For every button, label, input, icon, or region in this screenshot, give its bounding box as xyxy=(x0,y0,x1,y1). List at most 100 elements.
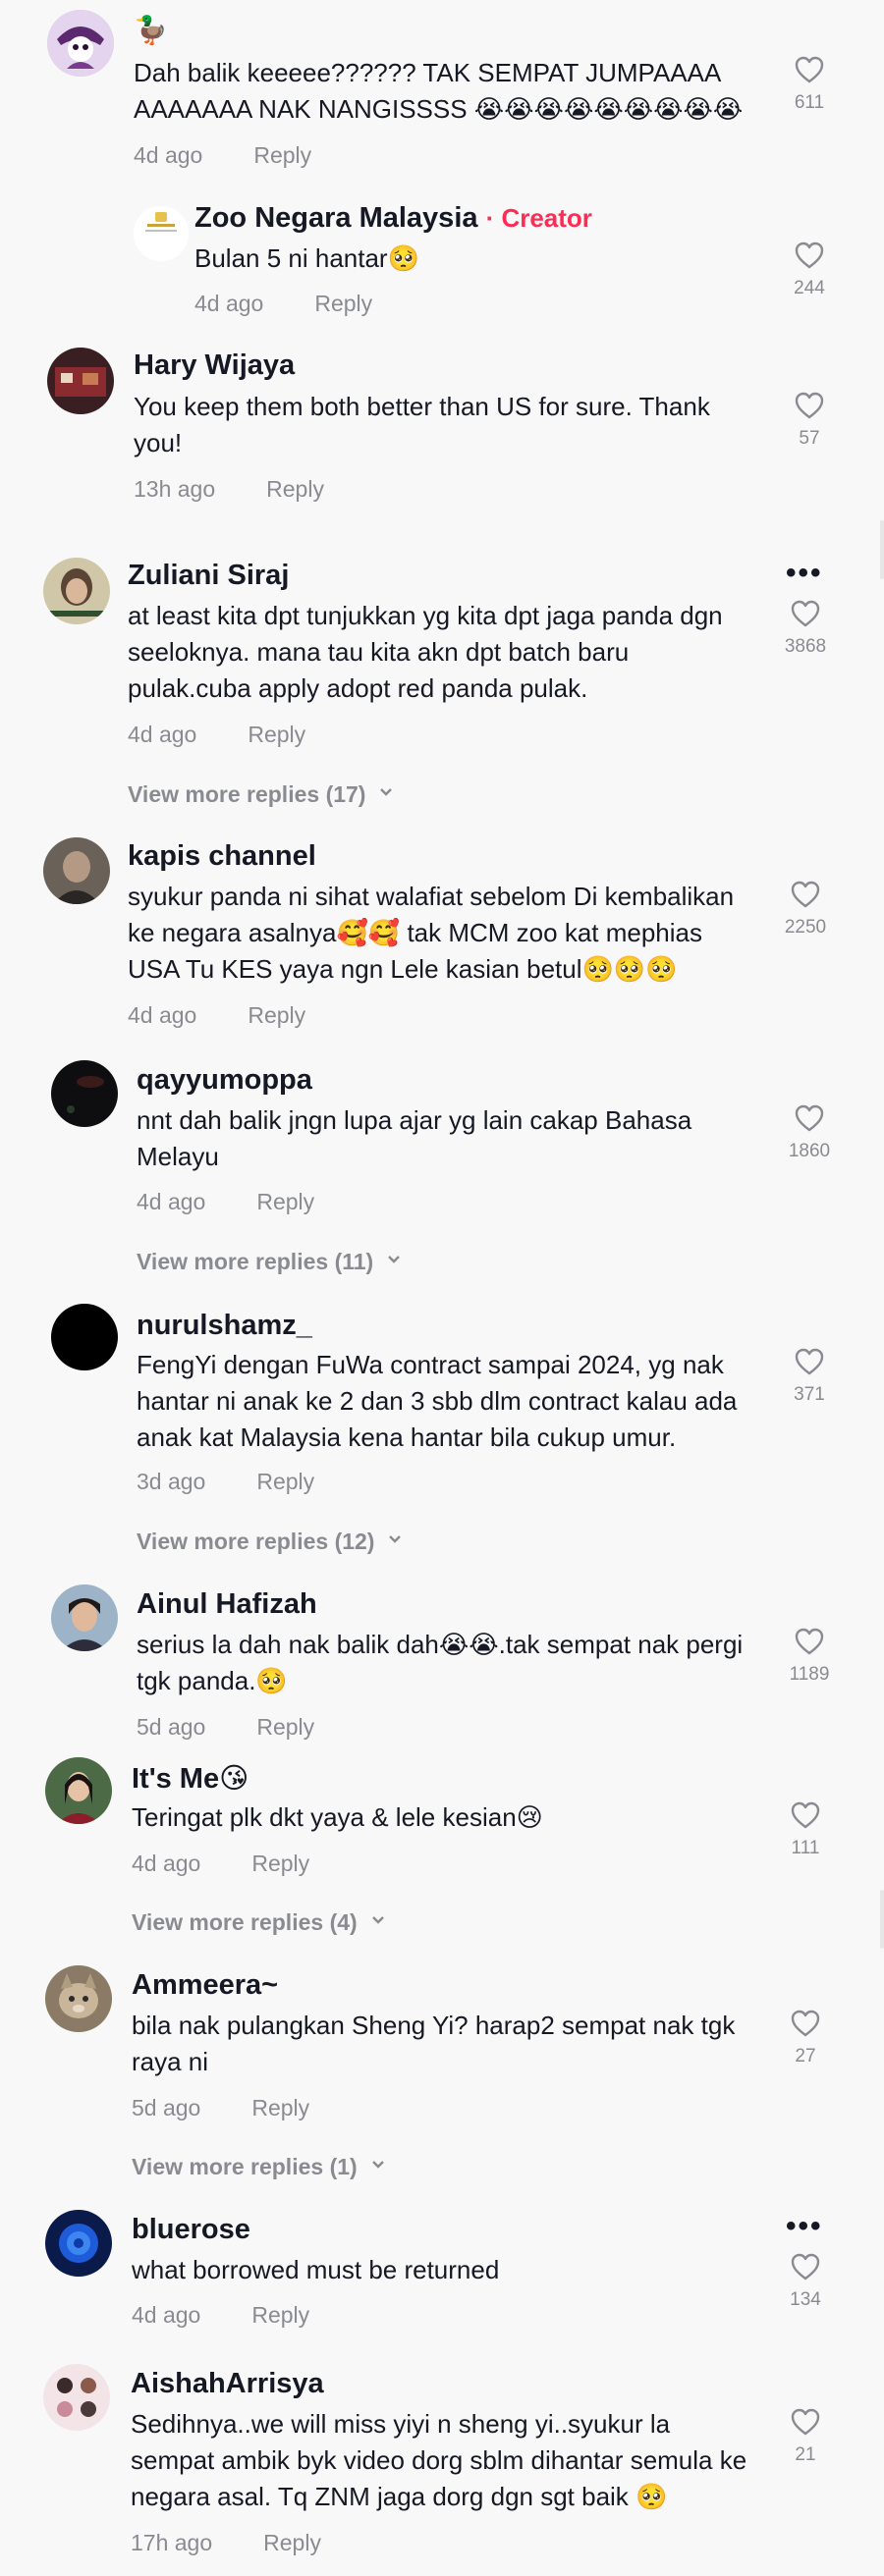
avatar[interactable] xyxy=(47,10,114,77)
like-button[interactable]: 2250 xyxy=(776,880,835,939)
reply-button[interactable]: Reply xyxy=(256,1469,314,1494)
comment-time: 3d ago xyxy=(137,1469,206,1494)
like-button[interactable]: 111 xyxy=(776,1800,835,1859)
chevron-down-icon xyxy=(371,2161,384,2169)
more-options-icon[interactable]: ••• xyxy=(786,2212,823,2241)
view-more-label: View more replies (1) xyxy=(132,2154,358,2179)
like-button[interactable]: 371 xyxy=(780,1347,839,1406)
like-count: 371 xyxy=(794,1384,825,1405)
like-button[interactable]: 57 xyxy=(780,391,839,450)
avatar[interactable] xyxy=(47,348,114,414)
comment-text: Bulan 5 ni hantar🥺 xyxy=(194,243,419,273)
author-name[interactable]: qayyumoppa xyxy=(137,1064,312,1097)
view-more-replies[interactable]: View more replies (12) xyxy=(137,1529,402,1555)
comment-author[interactable]: Zoo Negara Malaysia · Creator xyxy=(194,202,592,235)
reply-button[interactable]: Reply xyxy=(251,1851,309,1876)
view-more-replies[interactable]: View more replies (17) xyxy=(128,781,393,808)
author-name[interactable]: It's Me😘 xyxy=(132,1761,249,1796)
more-options-icon[interactable]: ••• xyxy=(786,559,823,588)
author-name[interactable]: kapis channel xyxy=(128,840,316,873)
reply-button[interactable]: Reply xyxy=(266,476,324,502)
reply-button[interactable]: Reply xyxy=(256,1714,314,1740)
author-name[interactable]: bluerose xyxy=(132,2214,250,2246)
comment-text: serius la dah nak balik dah😭😭.tak sempat… xyxy=(137,1630,744,1695)
heart-outline-icon xyxy=(791,600,820,627)
view-more-replies[interactable]: View more replies (4) xyxy=(132,1909,385,1936)
author-name[interactable]: Zuliani Siraj xyxy=(128,560,289,592)
like-count: 244 xyxy=(794,278,825,298)
comment-time: 4d ago xyxy=(132,1851,201,1876)
comment-meta: 4d ago Reply xyxy=(137,1189,314,1215)
comment-text: bila nak pulangkan Sheng Yi? harap2 semp… xyxy=(132,2011,736,2076)
scrollbar-thumb[interactable] xyxy=(880,1890,884,1949)
comment-meta: 4d ago Reply xyxy=(132,2302,309,2329)
comment-meta: 4d ago Reply xyxy=(134,142,311,169)
avatar[interactable] xyxy=(134,206,189,261)
comment-time: 5d ago xyxy=(137,1714,206,1740)
heart-outline-icon xyxy=(795,242,824,269)
reply-button[interactable]: Reply xyxy=(248,1002,305,1028)
author-name[interactable]: Hary Wijaya xyxy=(134,349,295,382)
reply-button[interactable]: Reply xyxy=(253,142,311,168)
avatar[interactable] xyxy=(43,837,110,904)
reply-button[interactable]: Reply xyxy=(251,2302,309,2328)
comment-author-emoji[interactable]: 🦆 xyxy=(134,14,168,46)
reply-button[interactable]: Reply xyxy=(248,722,305,747)
view-more-label: View more replies (4) xyxy=(132,1909,358,1935)
comment-text: nnt dah balik jngn lupa ajar yg lain cak… xyxy=(137,1105,692,1171)
heart-outline-icon xyxy=(795,1628,824,1655)
comment-time: 13h ago xyxy=(134,476,216,502)
like-button[interactable]: 3868 xyxy=(776,599,835,658)
like-count: 134 xyxy=(790,2289,821,2310)
like-button[interactable]: 27 xyxy=(776,2009,835,2067)
comment-meta: 4d ago Reply xyxy=(128,1002,305,1029)
like-button[interactable]: 134 xyxy=(776,2252,835,2311)
comment-text: Teringat plk dkt yaya & lele kesian😢 xyxy=(132,1802,543,1832)
like-count: 1860 xyxy=(788,1141,831,1161)
reply-button[interactable]: Reply xyxy=(314,291,372,316)
like-count: 2250 xyxy=(784,917,827,938)
chevron-down-icon xyxy=(380,788,393,796)
comment-time: 4d ago xyxy=(134,142,203,168)
like-button[interactable]: 244 xyxy=(780,241,839,299)
avatar[interactable] xyxy=(45,2210,112,2277)
like-button[interactable]: 1860 xyxy=(780,1103,839,1162)
avatar[interactable] xyxy=(51,1304,118,1370)
chevron-down-icon xyxy=(388,1256,401,1263)
avatar[interactable] xyxy=(51,1060,118,1127)
like-button[interactable]: 611 xyxy=(780,55,839,114)
like-count: 111 xyxy=(791,1838,820,1858)
view-more-label: View more replies (17) xyxy=(128,781,366,807)
comment-time: 17h ago xyxy=(131,2530,213,2555)
reply-button[interactable]: Reply xyxy=(251,2095,309,2120)
view-more-label: View more replies (12) xyxy=(137,1529,375,1554)
avatar[interactable] xyxy=(45,1965,112,2032)
author-name[interactable]: Ainul Hafizah xyxy=(137,1588,317,1621)
author-name[interactable]: Ammeera~ xyxy=(132,1969,278,2002)
comment-text: FengYi dengan FuWa contract sampai 2024,… xyxy=(137,1350,738,1452)
comment-time: 4d ago xyxy=(137,1189,206,1214)
author-name[interactable]: nurulshamz_ xyxy=(137,1310,312,1342)
comment-text: You keep them both better than US for su… xyxy=(134,392,710,457)
like-button[interactable]: 21 xyxy=(776,2407,835,2466)
like-button[interactable]: 1189 xyxy=(780,1627,839,1686)
comment-meta: 5d ago Reply xyxy=(137,1714,314,1741)
comment-meta: 4d ago Reply xyxy=(128,722,305,748)
avatar[interactable] xyxy=(51,1584,118,1651)
like-count: 1189 xyxy=(789,1664,830,1685)
avatar[interactable] xyxy=(43,558,110,624)
avatar[interactable] xyxy=(43,2364,110,2431)
view-more-replies[interactable]: View more replies (11) xyxy=(137,1249,401,1275)
heart-outline-icon xyxy=(791,2010,820,2037)
heart-outline-icon xyxy=(791,2253,820,2281)
scrollbar-thumb[interactable] xyxy=(880,520,884,579)
like-count: 57 xyxy=(799,428,820,449)
avatar[interactable] xyxy=(45,1757,112,1824)
chevron-down-icon xyxy=(389,1535,402,1543)
comment-time: 4d ago xyxy=(128,722,197,747)
comment-meta: 5d ago Reply xyxy=(132,2095,309,2121)
reply-button[interactable]: Reply xyxy=(263,2530,321,2555)
author-name[interactable]: AishahArrisya xyxy=(131,2368,324,2400)
view-more-replies[interactable]: View more replies (1) xyxy=(132,2154,385,2180)
reply-button[interactable]: Reply xyxy=(256,1189,314,1214)
